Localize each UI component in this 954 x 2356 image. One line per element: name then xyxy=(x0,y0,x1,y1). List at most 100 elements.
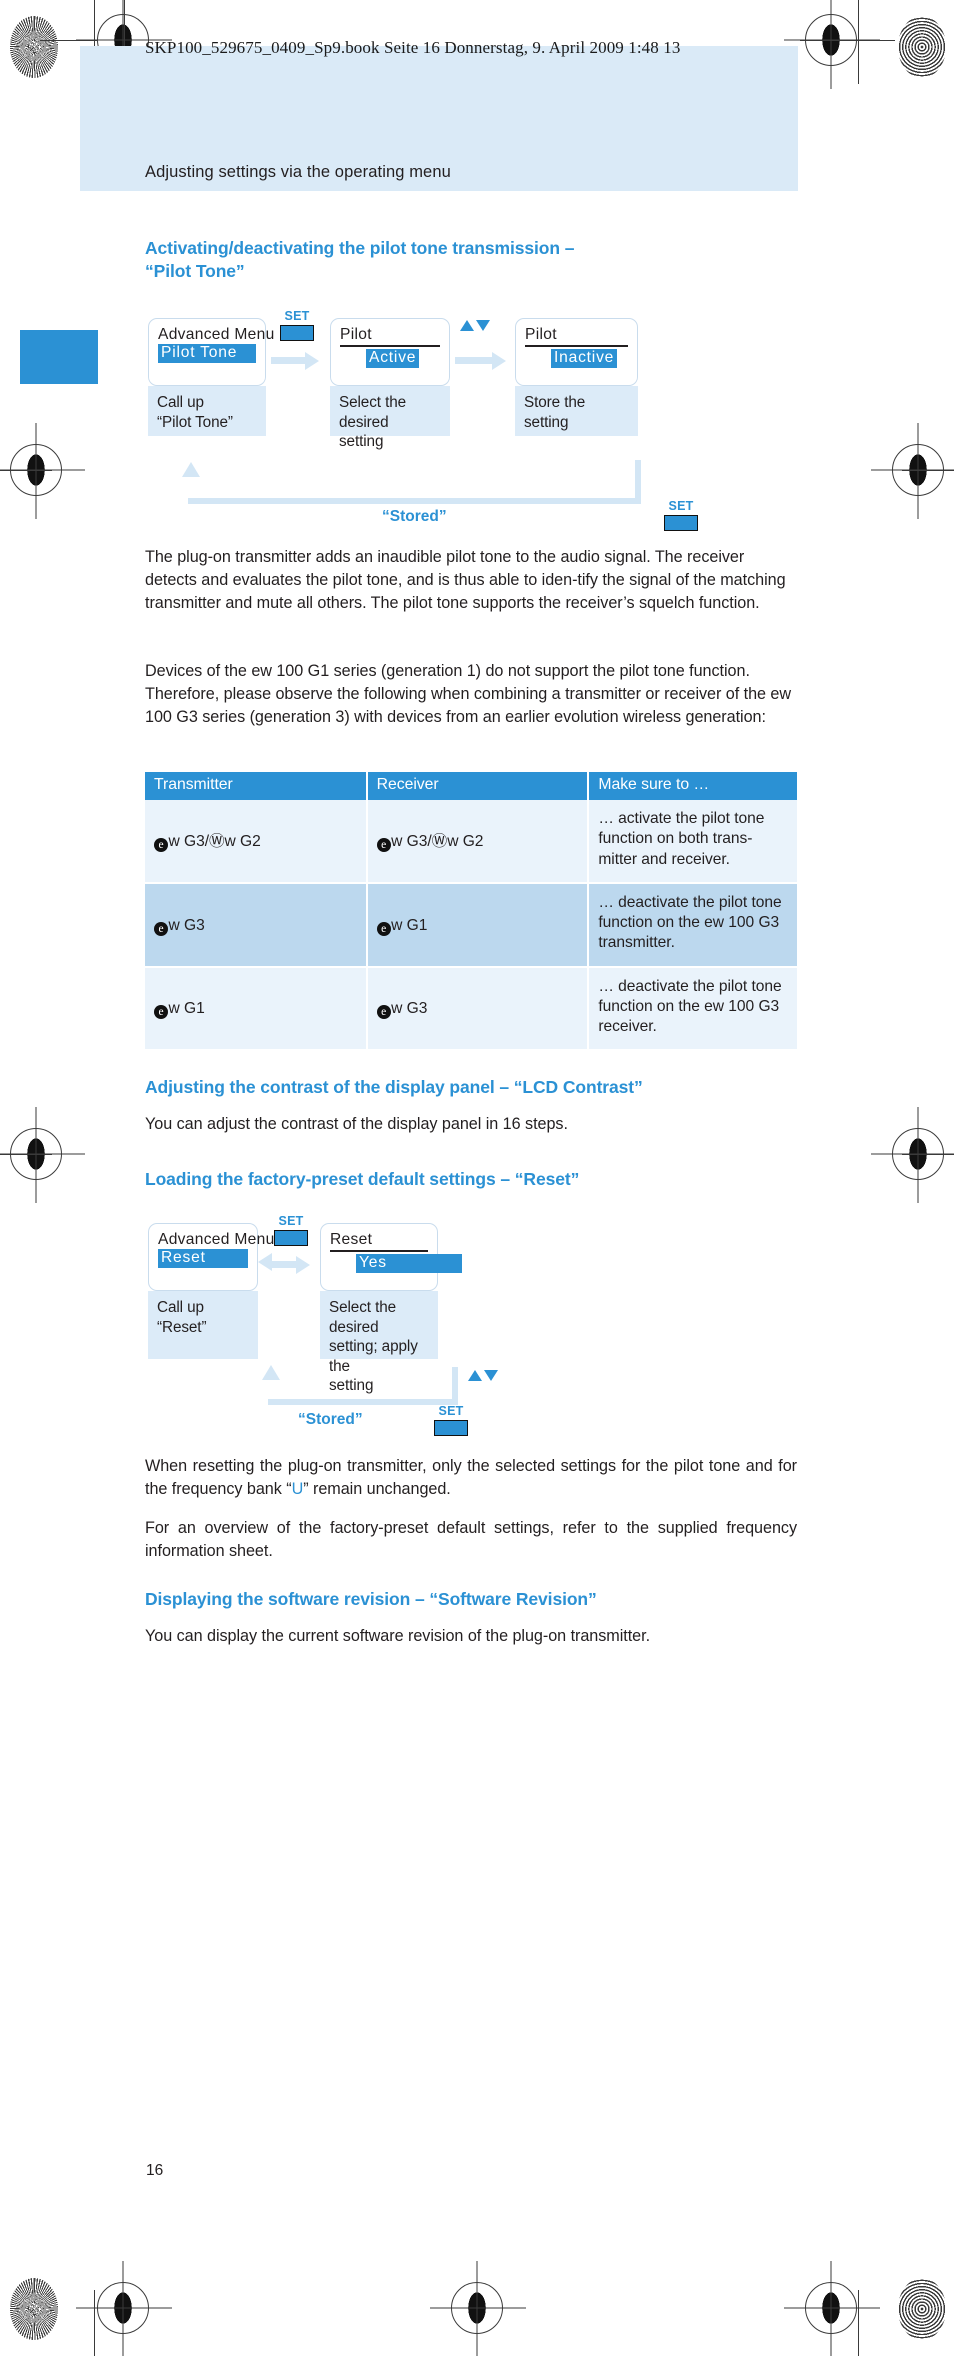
flow-step-caption: Store the setting xyxy=(515,386,638,436)
registration-mark-bottom-right xyxy=(805,2282,857,2334)
page-number: 16 xyxy=(146,2162,164,2179)
lcd-divider xyxy=(330,1249,428,1253)
registration-mark-bottom-center xyxy=(451,2282,503,2334)
paragraph-reset-2: For an overview of the factory-preset de… xyxy=(145,1519,797,1560)
flow-step-pilot-active: Pilot Active Select the desired setting xyxy=(330,318,450,450)
lcd-selected-item: Reset xyxy=(158,1248,248,1268)
lcd-display-advanced-menu: Advanced Menu Reset xyxy=(148,1223,275,1291)
return-path-arrowhead xyxy=(182,462,200,477)
cell-transmitter-text: w G3/Ⓦw G2 xyxy=(168,832,261,850)
rosette-mark-bottom-right xyxy=(898,2278,946,2340)
return-path-horizontal xyxy=(188,498,641,504)
crop-line-right-vertical xyxy=(858,0,859,84)
triangle-down-icon xyxy=(476,320,490,331)
pilot-tone-flow-diagram: Advanced Menu Pilot Tone Call up “Pilot … xyxy=(0,309,954,531)
ew-logo-icon: e xyxy=(154,1005,168,1020)
flow-arrow-2 xyxy=(455,351,506,370)
cell-transmitter-text: w G1 xyxy=(168,1000,205,1018)
cell-receiver-text: w G1 xyxy=(391,916,428,934)
lcd-value-row: Yes xyxy=(330,1254,462,1273)
crop-line-mid2-left xyxy=(0,1154,52,1155)
table-header-row: Transmitter Receiver Make sure to … xyxy=(145,772,797,800)
flow-arrow-1-left-head xyxy=(258,1253,272,1271)
table-body: ew G3/Ⓦw G2 ew G3/Ⓦw G2 … activate the p… xyxy=(145,800,797,1052)
return-label-stored: “Stored” xyxy=(298,1411,363,1428)
cell-note: … deactivate the pilot tone function on … xyxy=(588,882,797,968)
paragraph-reset-1-before: When resetting the plug-on transmitter, … xyxy=(145,1457,797,1498)
lcd-display-pilot-active: Pilot Active xyxy=(330,318,450,386)
cell-note: … activate the pilot tone function on bo… xyxy=(588,800,797,884)
paragraph-lcd-contrast: You can adjust the contrast of the displ… xyxy=(145,1115,568,1133)
flow-step-advanced-menu-reset: Advanced Menu Reset Call up “Reset” xyxy=(148,1223,275,1359)
table-row: ew G1 ew G3 … deactivate the pilot tone … xyxy=(145,966,797,1052)
print-filename-strip: SKP100_529675_0409_Sp9.book Seite 16 Don… xyxy=(145,38,681,57)
cell-note: … deactivate the pilot tone function on … xyxy=(588,966,797,1052)
paragraph-reset-1: When resetting the plug-on transmitter, … xyxy=(145,1455,797,1501)
key-set-2: SET xyxy=(430,1405,472,1436)
lcd-divider xyxy=(525,344,628,348)
flow-step-caption: Call up “Reset” xyxy=(148,1291,258,1359)
set-button-icon xyxy=(274,1229,308,1246)
heading-reset: Loading the factory-preset default setti… xyxy=(145,1169,580,1189)
flow-step-reset-yes: Reset Yes Select the desired setting; ap… xyxy=(320,1223,462,1394)
cell-receiver: ew G3 xyxy=(366,966,590,1052)
key-set-label: SET xyxy=(284,309,310,323)
table-header-make-sure-to: Make sure to … xyxy=(588,772,797,800)
lcd-title: Advanced Menu xyxy=(158,326,275,343)
return-label-stored: “Stored” xyxy=(382,508,447,525)
rosette-mark-bottom-left xyxy=(10,2278,58,2340)
lcd-display-pilot-inactive: Pilot Inactive xyxy=(515,318,638,386)
heading-lcd-contrast: Adjusting the contrast of the display pa… xyxy=(145,1077,643,1097)
lcd-title: Advanced Menu xyxy=(158,1231,275,1248)
flow-step-caption: Call up “Pilot Tone” xyxy=(148,386,266,436)
table-row: ew G3/Ⓦw G2 ew G3/Ⓦw G2 … activate the p… xyxy=(145,800,797,884)
flow-arrow-1 xyxy=(271,351,319,370)
key-up-down-1 xyxy=(468,1370,498,1381)
lcd-selected-value: Inactive xyxy=(551,349,618,368)
ew-logo-icon: e xyxy=(376,921,391,936)
flow-step-pilot-inactive: Pilot Inactive Store the setting xyxy=(515,318,638,436)
table-header-receiver: Receiver xyxy=(366,772,590,800)
ew-logo-icon: e xyxy=(376,837,391,852)
key-set-1: SET xyxy=(270,1215,312,1246)
lcd-selected-value: Yes xyxy=(356,1254,462,1273)
cell-transmitter: ew G3 xyxy=(145,882,368,968)
paragraph-pilot-tone-2: Devices of the ew 100 G1 series (generat… xyxy=(145,662,792,726)
set-button-icon xyxy=(280,324,314,341)
key-set-label: SET xyxy=(278,1214,304,1228)
lcd-divider xyxy=(340,344,440,348)
key-up-down-1 xyxy=(460,320,490,331)
key-set-label: SET xyxy=(438,1404,464,1418)
flow-step-caption: Select the desired setting; apply the se… xyxy=(320,1291,438,1394)
frequency-bank-highlight: U xyxy=(291,1480,304,1498)
reset-flow-diagram: Advanced Menu Reset Call up “Reset” SET … xyxy=(0,1215,954,1436)
paragraph-pilot-tone-1: The plug-on transmitter adds an inaudibl… xyxy=(145,548,786,612)
triangle-down-icon xyxy=(484,1370,498,1381)
cell-transmitter: ew G3/Ⓦw G2 xyxy=(145,800,368,884)
pilot-tone-compatibility-table: Transmitter Receiver Make sure to … ew G… xyxy=(145,772,797,1052)
cell-receiver: ew G1 xyxy=(366,882,590,968)
paragraph-reset-1-after: ” remain unchanged. xyxy=(303,1480,451,1498)
triangle-up-icon xyxy=(468,1370,482,1381)
paragraph-software-revision: You can display the current software rev… xyxy=(145,1627,651,1645)
crop-line-top-left-horizontal xyxy=(40,40,97,41)
crop-line-left-vertical-2 xyxy=(124,0,125,48)
cell-receiver-text: w G3 xyxy=(391,1000,428,1018)
lcd-display-advanced-menu: Advanced Menu Pilot Tone xyxy=(148,318,275,386)
lcd-value-row: Inactive xyxy=(525,349,628,368)
set-button-icon xyxy=(434,1419,468,1436)
rosette-mark-top-left xyxy=(10,16,58,78)
heading-software-revision: Displaying the software revision – “Soft… xyxy=(145,1589,597,1609)
lcd-value-row: Active xyxy=(340,349,440,368)
ew-logo-icon: e xyxy=(376,1005,391,1020)
ew-logo-icon: e xyxy=(154,921,168,936)
crop-line-left-vertical-bottom xyxy=(94,2290,95,2356)
registration-mark-bottom-left xyxy=(97,2282,149,2334)
table-row: ew G3 ew G1 … deactivate the pilot tone … xyxy=(145,882,797,968)
lcd-title: Pilot xyxy=(525,326,557,343)
flow-arrow-1 xyxy=(272,1255,310,1274)
triangle-up-icon xyxy=(460,320,474,331)
lcd-selected-value: Active xyxy=(366,349,420,368)
heading-pilot-tone: Activating/deactivating the pilot tone t… xyxy=(145,237,765,284)
running-head: Adjusting settings via the operating men… xyxy=(145,163,451,181)
